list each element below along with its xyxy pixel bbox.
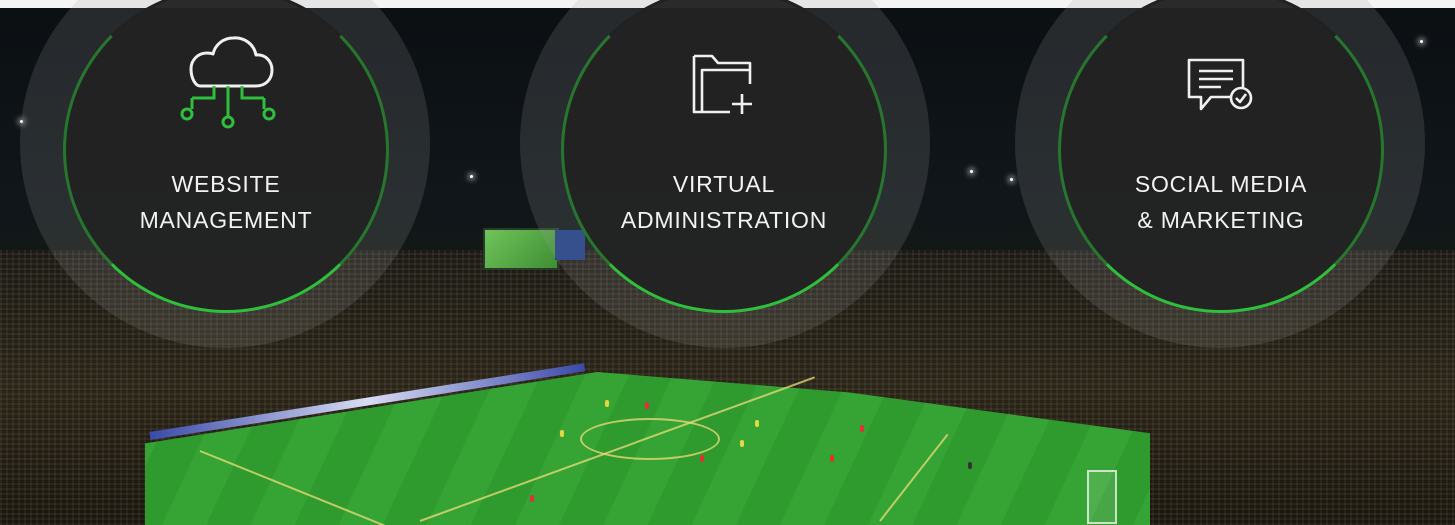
service-label-line1: SOCIAL MEDIA [1134,171,1308,197]
stadium-banner: WEBSITE MANAGEMENT VIRTUAL ADMINISTRATIO… [0,0,1455,525]
floodlight [970,170,973,173]
goal [1087,470,1117,524]
service-label-line1: VIRTUAL [672,171,776,197]
player [968,462,972,469]
player [860,425,864,432]
folder-plus-icon [690,48,760,123]
player [645,402,649,409]
service-label-line2: MANAGEMENT [139,207,313,233]
player [830,455,834,462]
floodlight [470,175,473,178]
player [560,430,564,437]
service-label: VIRTUAL ADMINISTRATION [564,166,884,238]
service-circle-virtual-administration[interactable] [561,0,887,313]
player [740,440,744,447]
floodlight [1420,40,1423,43]
service-label-line2: ADMINISTRATION [620,207,828,233]
service-circle-social-media-marketing[interactable] [1058,0,1384,313]
service-label-line1: WEBSITE [171,171,281,197]
player [530,495,534,502]
player [700,455,704,462]
cloud-network-icon [178,34,278,134]
floodlight [1010,178,1013,181]
message-check-icon [1185,57,1257,120]
player [755,420,759,427]
service-label: WEBSITE MANAGEMENT [66,166,386,238]
player [605,400,609,407]
service-label-line2: & MARKETING [1137,207,1305,233]
service-label: SOCIAL MEDIA & MARKETING [1061,166,1381,238]
